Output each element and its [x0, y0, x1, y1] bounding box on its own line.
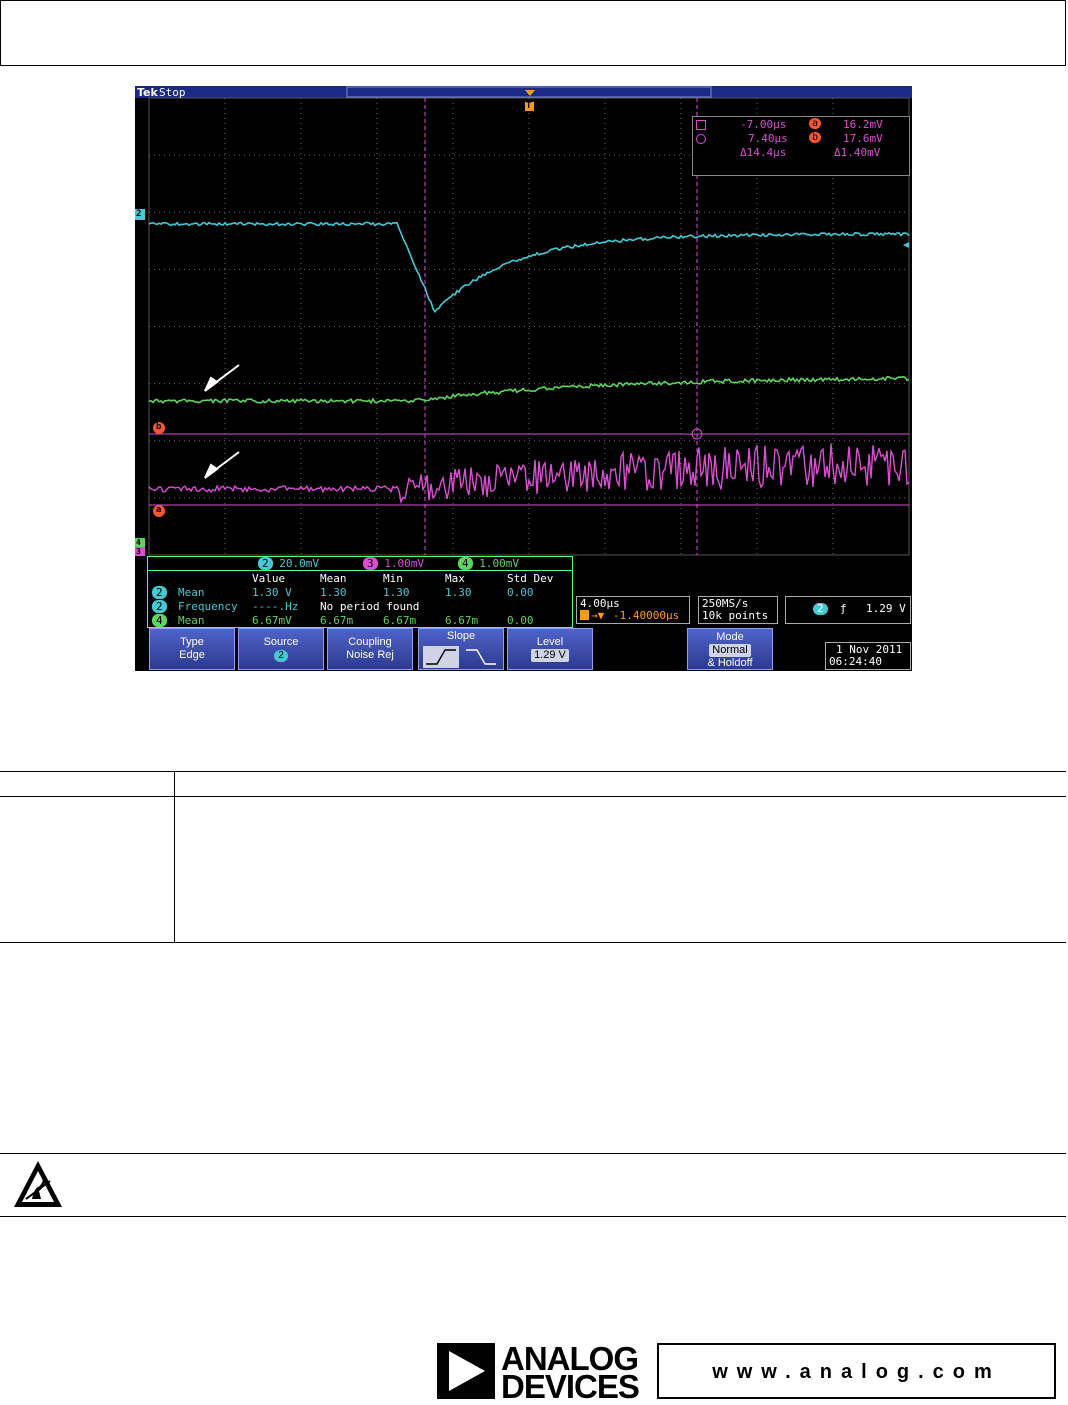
ch2-ground-marker: 2	[136, 209, 142, 219]
slope-icons	[423, 646, 496, 668]
table-bottom-rule	[0, 942, 1066, 943]
analog-devices-logo-icon	[437, 1343, 495, 1399]
softkey-coupling-label: Coupling	[348, 636, 392, 648]
esd-warning-icon	[14, 1161, 62, 1207]
ch2-scale-value: 20.0mV	[279, 557, 319, 570]
channel-scale-bar: 2 20.0mV 3 1.00mV 4 1.00mV	[147, 556, 573, 571]
softkey-type[interactable]: Type Edge	[149, 628, 235, 670]
meas-header-min: Min	[383, 572, 403, 585]
ch3-badge: 3	[363, 557, 378, 570]
url-box: www.analog.com	[657, 1343, 1056, 1399]
website-url[interactable]: www.analog.com	[659, 1361, 1054, 1384]
meas-row3-value: 6.67mV	[252, 614, 292, 627]
softkey-type-value: Edge	[179, 649, 205, 661]
meas-row2-value: ----.Hz	[252, 600, 299, 613]
softkey-level-value: 1.29 V	[531, 649, 569, 662]
meas-row3-max: 6.67m	[445, 614, 479, 627]
meas-row1-mean: 1.30	[320, 586, 347, 599]
softkey-source-label: Source	[263, 636, 299, 648]
cursor-delta-v: Δ1.40mV	[834, 146, 881, 159]
meas-row1-std: 0.00	[507, 586, 534, 599]
softkey-type-label: Type	[180, 636, 204, 648]
trigger-rising-icon: ƒ	[840, 602, 847, 615]
cursor-circle-icon	[696, 134, 706, 144]
softkey-source-value: 2	[274, 650, 288, 662]
softkey-slope[interactable]: Slope	[418, 628, 504, 670]
softkey-mode-value: Normal	[709, 644, 751, 657]
softkey-level[interactable]: Level 1.29 V	[507, 628, 593, 670]
ch4-scale-value: 1.00mV	[479, 557, 519, 570]
trigger-level: 1.29 V	[866, 602, 906, 615]
softkey-coupling[interactable]: Coupling Noise Rej	[327, 628, 413, 670]
cursor-a-marker: a	[156, 505, 162, 515]
meas-row3-std: 0.00	[507, 614, 534, 627]
timebase-delay: -1.40000µs	[613, 609, 680, 622]
cursor-t1: -7.00µs	[740, 118, 787, 131]
esd-bottom-rule	[0, 1216, 1066, 1217]
ch4-scale: 4 1.00mV	[458, 557, 519, 570]
softkey-coupling-value: Noise Rej	[346, 649, 394, 661]
timebase-box: 4.00µs →▼ -1.40000µs	[576, 596, 690, 624]
acquisition-box: 250MS/s 10k points	[698, 596, 778, 624]
falling-slope-icon	[466, 649, 496, 665]
cursor-b-badge: b	[809, 132, 822, 143]
trigger-ch-badge: 2	[813, 603, 828, 615]
oscilloscope-screen: Tek Stop 2 4 3 b a T -7.00µs 7.40µs Δ14.…	[135, 86, 912, 671]
cursor-readout: -7.00µs 7.40µs Δ14.4µs a 16.2mV b 17.6mV…	[692, 116, 910, 176]
esd-top-rule	[0, 1153, 1066, 1154]
meas-row1-min: 1.30	[383, 586, 410, 599]
ch3-ground-marker: 3	[136, 547, 141, 556]
table-header-rule	[0, 796, 1066, 797]
softkey-source[interactable]: Source 2	[238, 628, 324, 670]
softkey-slope-label: Slope	[446, 630, 476, 642]
meas-row3-min: 6.67m	[383, 614, 417, 627]
ch4-badge: 4	[458, 557, 473, 570]
cursor-b-marker: b	[156, 422, 162, 432]
meas-header-mean: Mean	[320, 572, 347, 585]
trigger-position-marker: T	[526, 101, 532, 111]
timebase-delay-arrow-icon: →▼	[591, 609, 605, 622]
cursor-b-value: 17.6mV	[843, 132, 883, 145]
cursor-t2: 7.40µs	[748, 132, 788, 145]
ch2-badge: 2	[258, 557, 273, 570]
meas-row3-mean: 6.67m	[320, 614, 354, 627]
softkey-mode-holdoff: & Holdoff	[707, 657, 753, 669]
meas-row2-name: Frequency	[178, 600, 238, 613]
cursor-delta-t: Δ14.4µs	[740, 146, 787, 159]
cursor-square-icon	[696, 120, 706, 130]
meas-row2-ch: 2	[152, 600, 167, 613]
softkey-level-label: Level	[536, 636, 564, 648]
cursor-a-value: 16.2mV	[843, 118, 883, 131]
meas-row1-max: 1.30	[445, 586, 472, 599]
table-top-rule	[0, 771, 1066, 772]
ch3-scale: 3 1.00mV	[363, 557, 424, 570]
scope-time: 06:24:40	[829, 655, 882, 668]
logo-line2: DEVICES	[501, 1368, 640, 1405]
ch3-scale-value: 1.00mV	[384, 557, 424, 570]
table-column-divider	[174, 771, 175, 943]
meas-row1-ch: 2	[152, 586, 167, 599]
meas-header-stddev: Std Dev	[507, 572, 554, 585]
measurement-table: Value Mean Min Max Std Dev 2 Mean 1.30 V…	[147, 571, 573, 628]
cursor-a-badge: a	[809, 118, 822, 129]
softkey-mode-label: Mode	[716, 631, 744, 643]
scope-brand: Tek	[137, 86, 158, 99]
meas-header-max: Max	[445, 572, 465, 585]
meas-row1-value: 1.30 V	[252, 586, 292, 599]
datetime-box: 1 Nov 2011 06:24:40	[825, 642, 911, 670]
record-length: 10k points	[702, 609, 769, 622]
run-state: Stop	[159, 86, 186, 99]
meas-row3-ch: 4	[152, 614, 167, 627]
meas-row3-name: Mean	[178, 614, 205, 627]
trigger-box: 2 ƒ 1.29 V	[785, 596, 911, 624]
header-box	[0, 0, 1066, 66]
meas-row2-note: No period found	[320, 600, 420, 613]
trigger-t-icon	[580, 610, 589, 620]
ch2-scale: 2 20.0mV	[258, 557, 319, 570]
meas-row1-name: Mean	[178, 586, 205, 599]
meas-header-value: Value	[252, 572, 286, 585]
softkey-mode[interactable]: Mode Normal & Holdoff	[687, 628, 773, 670]
